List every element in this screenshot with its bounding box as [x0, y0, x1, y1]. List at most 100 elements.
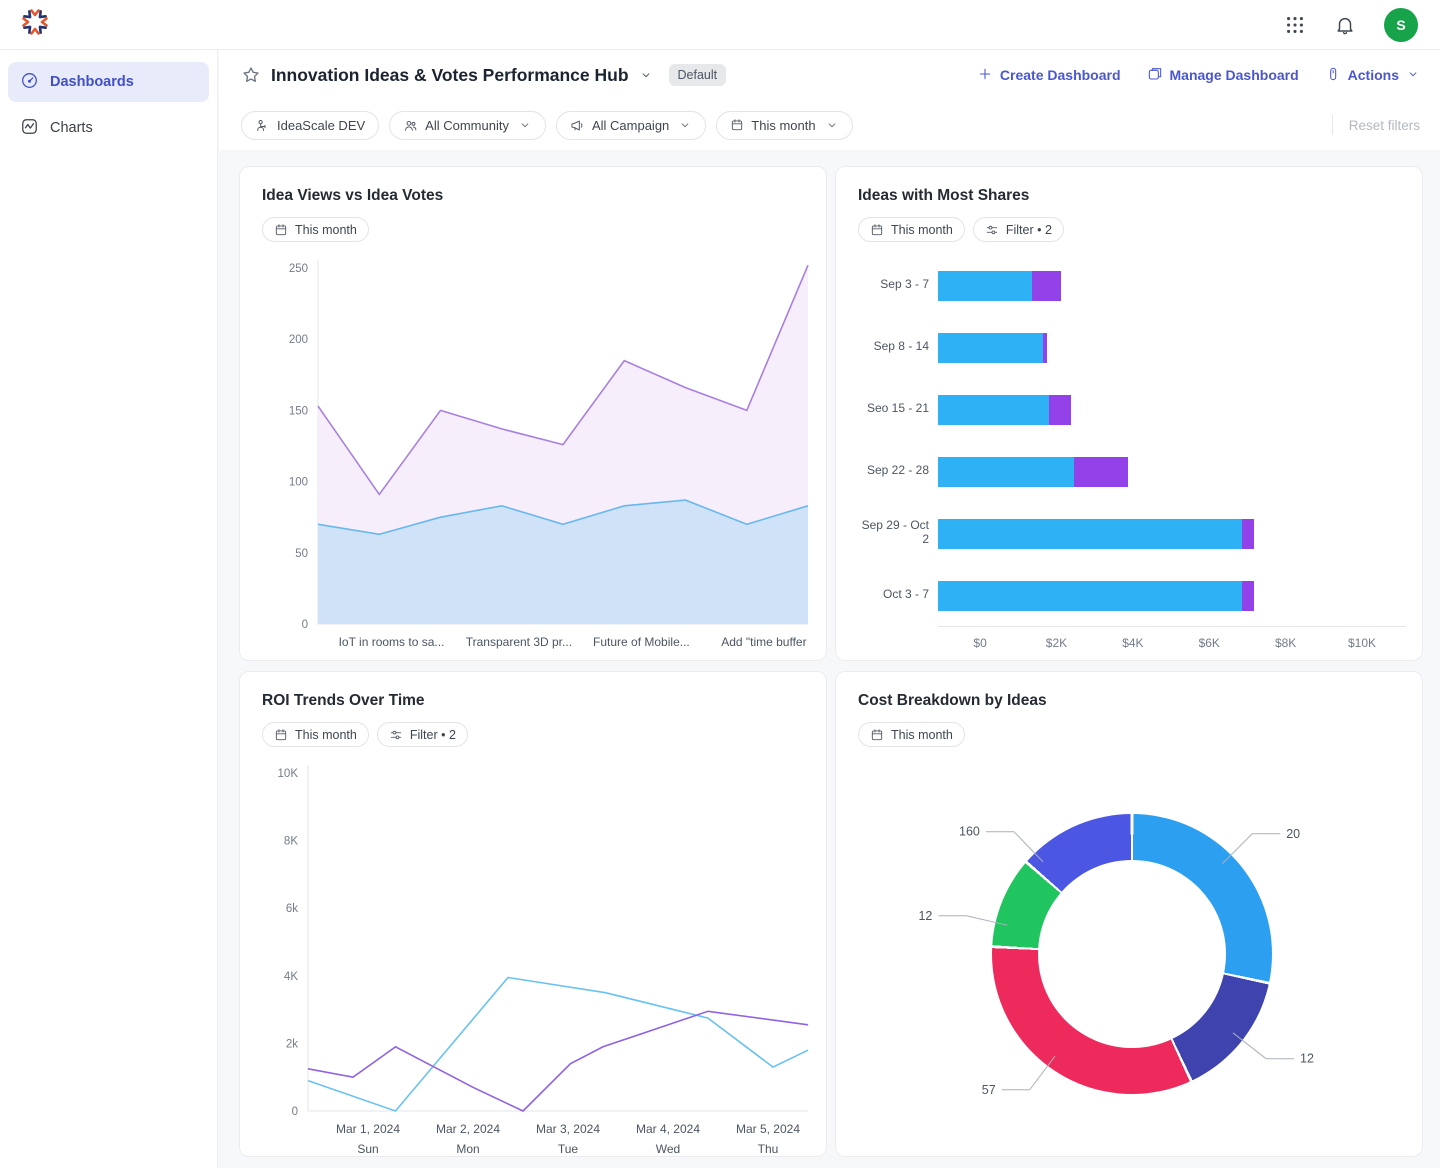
manage-dashboard-icon	[1147, 66, 1163, 85]
card-title: Idea Views vs Idea Votes	[262, 187, 810, 205]
svg-text:Sun: Sun	[357, 1142, 378, 1156]
svg-text:IoT in rooms to sa...: IoT in rooms to sa...	[339, 635, 445, 649]
svg-text:0: 0	[292, 1106, 298, 1118]
chevron-down-icon	[518, 118, 532, 132]
calendar-icon	[870, 223, 884, 237]
sidebar: Dashboards Charts	[0, 50, 218, 1168]
svg-text:Mar 2, 2024: Mar 2, 2024	[436, 1122, 500, 1136]
card-cost-breakdown: Cost Breakdown by Ideas This month 20125…	[835, 671, 1423, 1157]
bar-category-label: Sep 22 - 28	[852, 440, 938, 502]
svg-text:Transparent 3D pr...: Transparent 3D pr...	[466, 635, 572, 649]
svg-text:150: 150	[289, 405, 308, 417]
svg-text:250: 250	[289, 263, 308, 275]
bar-row	[938, 502, 1406, 564]
card-chip-filter-2[interactable]: Filter • 2	[377, 722, 468, 747]
card-ideas-most-shares: Ideas with Most Shares This month Filter …	[835, 166, 1423, 661]
reset-filters-button[interactable]: Reset filters	[1349, 118, 1420, 133]
divider	[1332, 115, 1333, 135]
card-chip-filter-2[interactable]: Filter • 2	[973, 217, 1064, 242]
sidebar-item-dashboards[interactable]: Dashboards	[8, 62, 209, 102]
chevron-down-icon	[825, 118, 839, 132]
chart-line-icon	[20, 117, 39, 140]
calendar-icon	[730, 118, 744, 132]
card-title: ROI Trends Over Time	[262, 692, 810, 710]
default-badge: Default	[669, 64, 727, 86]
calendar-icon	[274, 728, 288, 742]
chevron-down-icon	[1406, 67, 1420, 84]
area-chart: 0 50 100 150 200 250 IoT in rooms to sa... Tran…	[256, 254, 810, 661]
gauge-icon	[20, 71, 39, 94]
filter-icon	[985, 223, 999, 237]
svg-text:12: 12	[918, 909, 932, 923]
svg-text:4K: 4K	[284, 971, 298, 983]
svg-text:0: 0	[302, 619, 308, 631]
bar-row	[938, 440, 1406, 502]
svg-text:10K: 10K	[278, 768, 299, 780]
card-chip-this-month[interactable]: This month	[262, 722, 369, 747]
svg-text:Future of Mobile...: Future of Mobile...	[593, 635, 690, 649]
calendar-icon	[870, 728, 884, 742]
svg-text:2k: 2k	[286, 1038, 298, 1050]
card-chip-this-month[interactable]: This month	[858, 217, 965, 242]
people-icon	[403, 118, 418, 133]
avatar[interactable]: S	[1384, 8, 1418, 42]
bar-category-label: Seo 15 - 21	[852, 378, 938, 440]
svg-text:Thu: Thu	[758, 1142, 779, 1156]
megaphone-icon	[570, 118, 585, 133]
bar-row	[938, 378, 1406, 440]
actions-button[interactable]: Actions	[1325, 66, 1420, 85]
svg-text:12: 12	[1300, 1052, 1314, 1066]
svg-text:Tue: Tue	[558, 1142, 579, 1156]
svg-text:160: 160	[959, 825, 980, 839]
svg-text:Mon: Mon	[456, 1142, 479, 1156]
filter-chip-all-community[interactable]: All Community	[389, 111, 546, 140]
favorite-star-icon[interactable]	[241, 65, 261, 85]
svg-text:Add "time buffer: Add "time buffer	[721, 635, 806, 649]
page-title: Innovation Ideas & Votes Performance Hub	[271, 65, 629, 86]
card-roi-trends: ROI Trends Over Time This month Filter • …	[239, 671, 827, 1157]
bar-category-label: Sep 8 - 14	[852, 316, 938, 378]
filter-chip-this-month[interactable]: This month	[716, 111, 852, 140]
svg-text:Mar 4, 2024: Mar 4, 2024	[636, 1122, 700, 1136]
svg-text:Wed: Wed	[656, 1142, 680, 1156]
card-title: Ideas with Most Shares	[858, 187, 1406, 205]
sidebar-item-charts[interactable]: Charts	[8, 108, 209, 148]
filter-icon	[389, 728, 403, 742]
svg-text:50: 50	[295, 548, 308, 560]
card-title: Cost Breakdown by Ideas	[858, 692, 1406, 710]
create-dashboard-button[interactable]: Create Dashboard	[977, 66, 1121, 85]
stacked-bar-chart: Sep 3 - 7Sep 8 - 14Seo 15 - 21Sep 22 - 2…	[852, 254, 1406, 654]
card-chip-this-month[interactable]: This month	[262, 217, 369, 242]
app-logo[interactable]	[18, 5, 52, 44]
bar-category-label: Oct 3 - 7	[852, 564, 938, 626]
cards-grid: Idea Views vs Idea Votes This month 0 50 1…	[219, 150, 1440, 1157]
card-idea-views-vs-votes: Idea Views vs Idea Votes This month 0 50 1…	[239, 166, 827, 661]
filter-bar: IdeaScale DEV All Community All Campaign Th…	[219, 100, 1440, 150]
svg-text:6k: 6k	[286, 903, 298, 915]
bar-row	[938, 316, 1406, 378]
bar-category-label: Sep 3 - 7	[852, 254, 938, 316]
svg-text:200: 200	[289, 334, 308, 346]
workspace-icon	[255, 118, 270, 133]
card-chip-this-month[interactable]: This month	[858, 722, 965, 747]
dashboard-header: Innovation Ideas & Votes Performance Hub…	[219, 50, 1440, 100]
main-area: Innovation Ideas & Votes Performance Hub…	[219, 50, 1440, 1168]
svg-text:100: 100	[289, 477, 308, 489]
bar-row	[938, 254, 1406, 316]
filter-chip-ideascale-dev[interactable]: IdeaScale DEV	[241, 111, 379, 140]
notifications-bell-icon[interactable]	[1334, 14, 1356, 36]
svg-text:Mar 1, 2024: Mar 1, 2024	[336, 1122, 400, 1136]
bar-category-label: Sep 29 - Oct 2	[852, 502, 938, 564]
svg-text:Mar 3, 2024: Mar 3, 2024	[536, 1122, 600, 1136]
manage-dashboard-button[interactable]: Manage Dashboard	[1147, 66, 1299, 85]
bar-row	[938, 564, 1406, 626]
svg-text:8K: 8K	[284, 836, 298, 848]
svg-text:20: 20	[1286, 827, 1300, 841]
plus-icon	[977, 66, 993, 85]
calendar-icon	[274, 223, 288, 237]
title-chevron-down-icon[interactable]	[639, 68, 653, 82]
filter-chip-all-campaign[interactable]: All Campaign	[556, 111, 706, 140]
svg-text:Mar 5, 2024: Mar 5, 2024	[736, 1122, 800, 1136]
line-chart: 0 2k 4K 6k 8K 10K Mar 1, 2024 Sun Mar 2, 2024 Mon…	[256, 759, 810, 1157]
apps-grid-icon[interactable]	[1284, 14, 1306, 36]
